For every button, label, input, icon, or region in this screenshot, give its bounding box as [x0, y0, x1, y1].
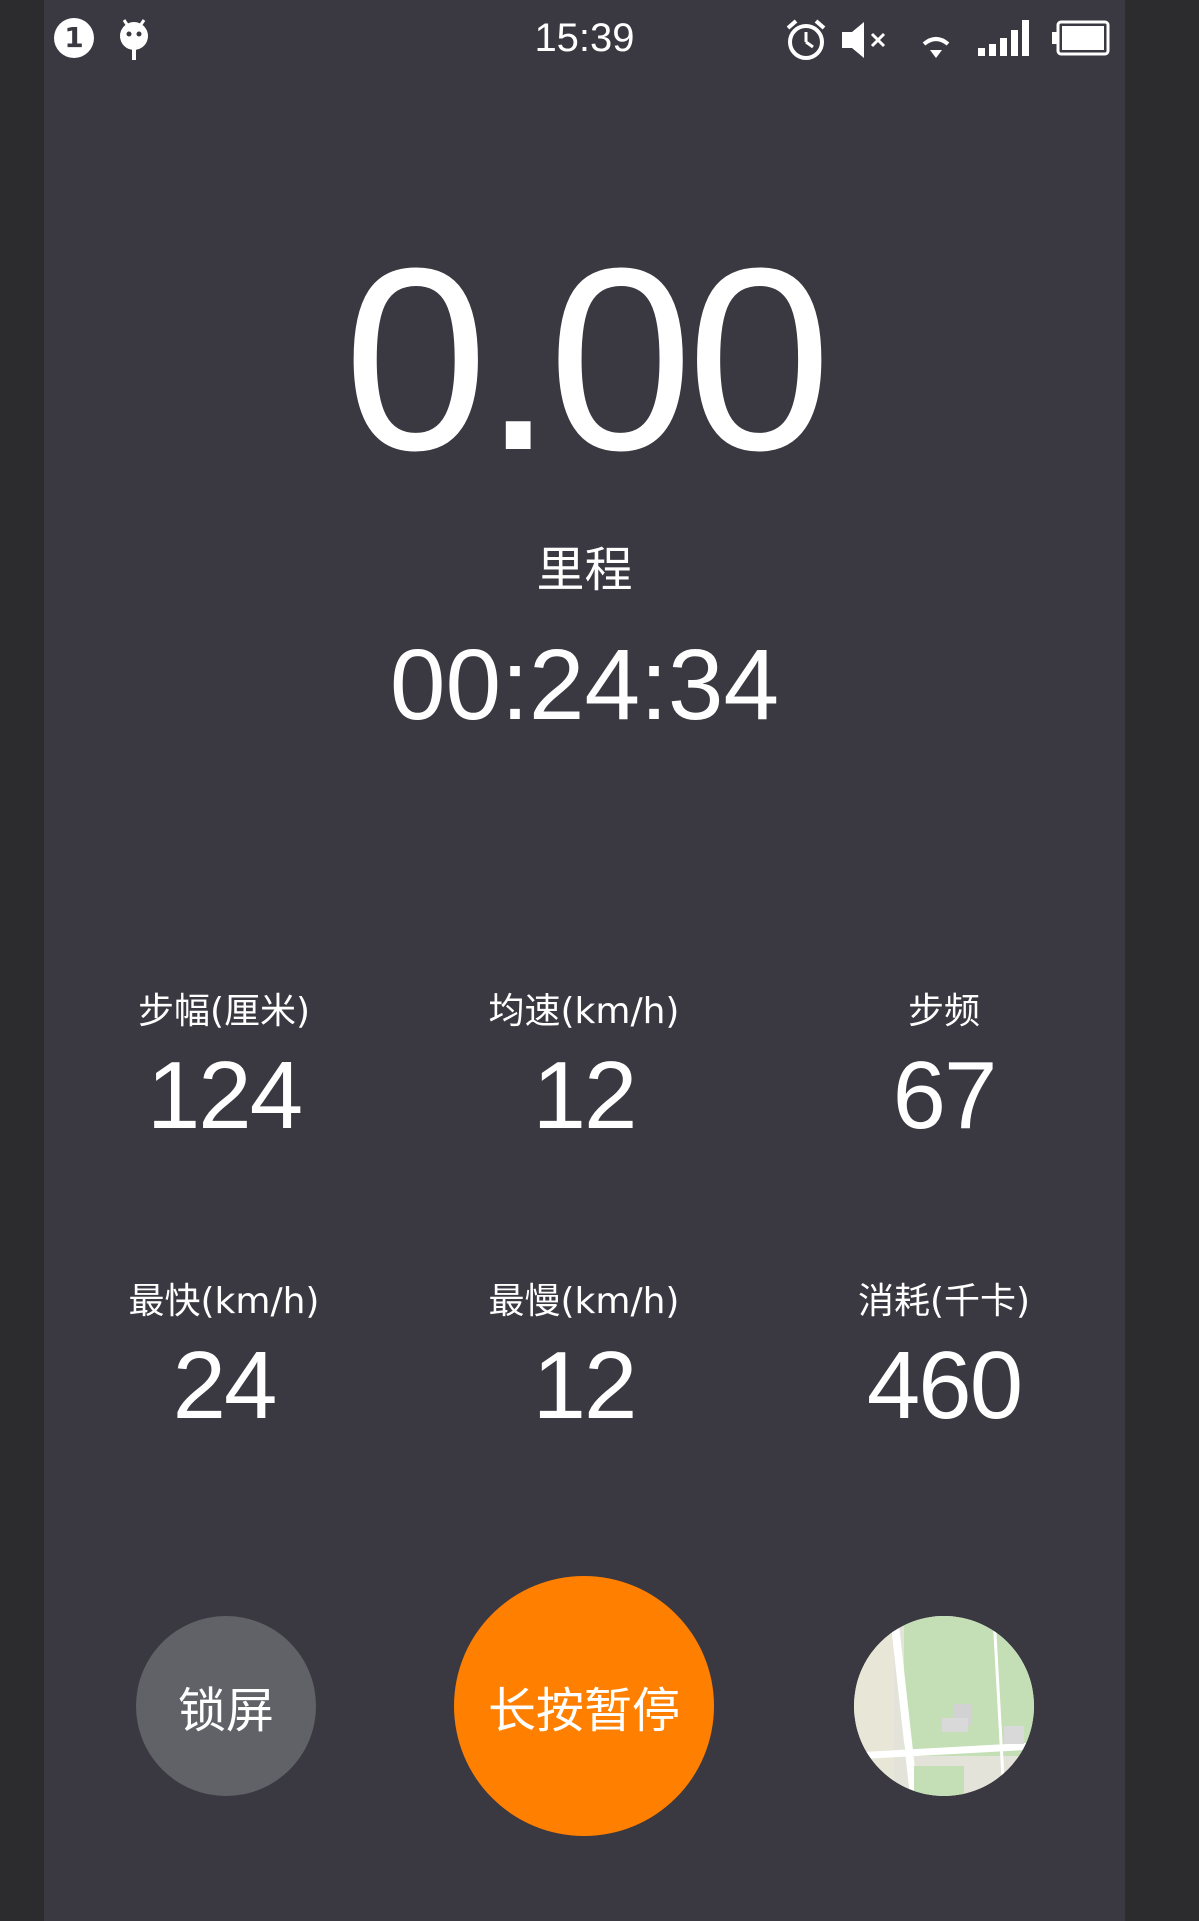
distance-value: 0.00 — [343, 215, 831, 505]
stat-max-speed: 最快(km/h) 24 — [44, 1280, 404, 1438]
alarm-icon — [784, 18, 828, 62]
signal-icon — [976, 18, 1032, 58]
stat-min-speed: 最慢(km/h) 12 — [404, 1280, 764, 1438]
stat-stride: 步幅(厘米) 124 — [44, 990, 404, 1148]
lock-screen-label: 锁屏 — [177, 1683, 274, 1739]
status-time: 15:39 — [534, 16, 635, 60]
stat-label: 消耗(千卡) — [857, 1281, 1031, 1322]
stat-avg-speed: 均速(km/h) 12 — [404, 990, 764, 1148]
lock-screen-button[interactable]: 锁屏 — [136, 1616, 316, 1796]
elapsed-time: 00:24:34 — [389, 629, 780, 741]
stat-value: 67 — [892, 1042, 998, 1149]
stat-calories: 消耗(千卡) 460 — [764, 1280, 1124, 1438]
wifi-icon — [920, 18, 952, 62]
stat-value: 12 — [532, 1042, 638, 1149]
pause-button[interactable]: 长按暂停 — [454, 1576, 714, 1836]
stat-value: 460 — [866, 1332, 1023, 1439]
battery-icon — [1050, 18, 1110, 58]
stat-value: 12 — [532, 1332, 638, 1439]
pause-label: 长按暂停 — [487, 1683, 680, 1739]
stat-label: 步频 — [907, 991, 980, 1032]
stat-label: 均速(km/h) — [488, 991, 680, 1032]
distance-label: 里程 — [536, 542, 633, 598]
stat-value: 24 — [172, 1332, 278, 1439]
stat-label: 最慢(km/h) — [488, 1281, 680, 1322]
map-button[interactable] — [854, 1616, 1034, 1796]
stat-label: 步幅(厘米) — [137, 991, 311, 1032]
map-thumbnail-icon — [854, 1616, 1034, 1796]
stat-cadence: 步频 67 — [764, 990, 1124, 1148]
mute-icon — [840, 18, 896, 62]
running-screen: 1 15:39 0.00 里程 00:24:34 步幅(厘米) 124 均速(k… — [44, 0, 1125, 1921]
stat-value: 124 — [146, 1042, 303, 1149]
stat-label: 最快(km/h) — [128, 1281, 320, 1322]
status-bar: 1 15:39 — [44, 0, 1125, 80]
